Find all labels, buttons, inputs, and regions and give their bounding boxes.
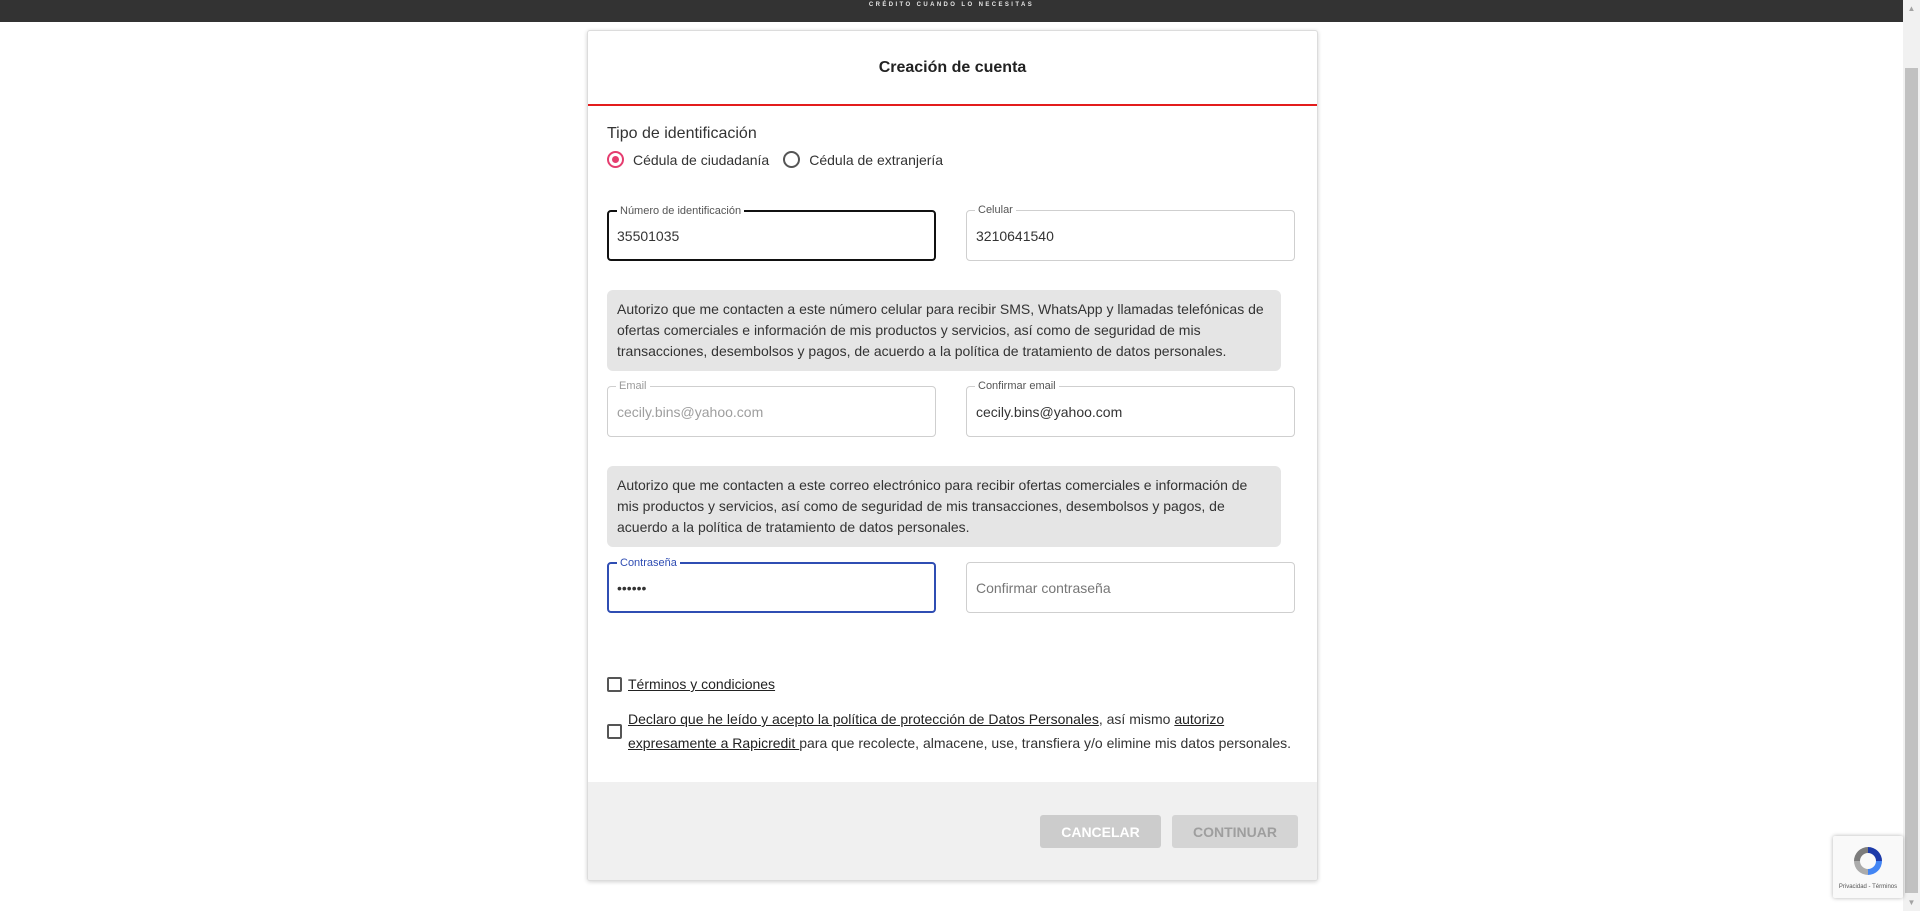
scroll-thumb[interactable] [1905,68,1918,893]
account-creation-card: Creación de cuenta Tipo de identificació… [587,30,1318,881]
cancel-button[interactable]: CANCELAR [1040,815,1161,848]
card-title: Creación de cuenta [588,31,1317,106]
privacy-row: Declaro que he leído y acepto la polític… [607,707,1297,755]
recaptcha-privacy-terms[interactable]: Privacidad - Términos [1833,884,1903,890]
recaptcha-logo-icon [1854,847,1882,875]
radio-unchecked-icon[interactable] [783,151,801,168]
confirm-password-field[interactable] [966,562,1295,613]
confirm-email-input[interactable] [976,401,1285,423]
scroll-up-arrow-icon[interactable]: ▲ [1903,0,1920,17]
scroll-down-arrow-icon[interactable]: ▼ [1903,894,1920,911]
continue-button[interactable]: CONTINUAR [1172,815,1298,848]
radio-label: Cédula de extranjería [809,151,944,168]
id-type-radio-group: Cédula de ciudadanía Cédula de extranjer… [607,151,957,168]
radio-cedula-ciudadania[interactable]: Cédula de ciudadanía [607,151,769,168]
email-field: Email [607,380,936,437]
confirm-email-label: Confirmar email [975,380,1059,392]
terms-row: Términos y condiciones [607,676,775,692]
card-footer: CANCELAR CONTINUAR [588,782,1317,880]
page-scrollbar[interactable]: ▲ ▼ [1903,0,1920,911]
password-input[interactable] [617,577,925,599]
radio-label: Cédula de ciudadanía [633,151,770,168]
radio-cedula-extranjeria[interactable]: Cédula de extranjería [783,151,943,168]
id-number-input[interactable] [617,225,925,247]
privacy-mid-text: , así mismo [1098,711,1175,727]
confirm-password-input[interactable] [976,577,1285,599]
radio-checked-icon[interactable] [607,151,624,168]
top-bar: CRÉDITO CUANDO LO NECESITAS [0,0,1903,22]
privacy-text: Declaro que he leído y acepto la polític… [628,707,1297,755]
email-label: Email [616,380,650,392]
password-label: Contraseña [617,557,680,569]
phone-input[interactable] [976,225,1285,247]
privacy-policy-link[interactable]: Declaro que he leído y acepto la polític… [628,711,1099,727]
email-input [617,401,926,423]
privacy-tail-text: para que recolecte, almacene, use, trans… [799,735,1292,751]
id-number-field[interactable]: Número de identificación [607,205,936,261]
phone-label: Celular [975,204,1016,216]
terms-link[interactable]: Términos y condiciones [628,676,775,692]
phone-consent-notice: Autorizo que me contacten a este número … [607,290,1281,371]
privacy-checkbox[interactable] [607,723,622,739]
email-consent-notice: Autorizo que me contacten a este correo … [607,466,1281,547]
password-field[interactable]: Contraseña [607,557,936,613]
recaptcha-badge[interactable]: Privacidad - Términos [1833,836,1903,898]
phone-field[interactable]: Celular [966,204,1295,261]
terms-checkbox[interactable] [607,676,622,692]
id-type-label: Tipo de identificación [607,125,757,142]
brand-tagline: CRÉDITO CUANDO LO NECESITAS [868,2,1035,8]
id-number-label: Número de identificación [617,205,745,217]
confirm-email-field[interactable]: Confirmar email [966,380,1295,437]
